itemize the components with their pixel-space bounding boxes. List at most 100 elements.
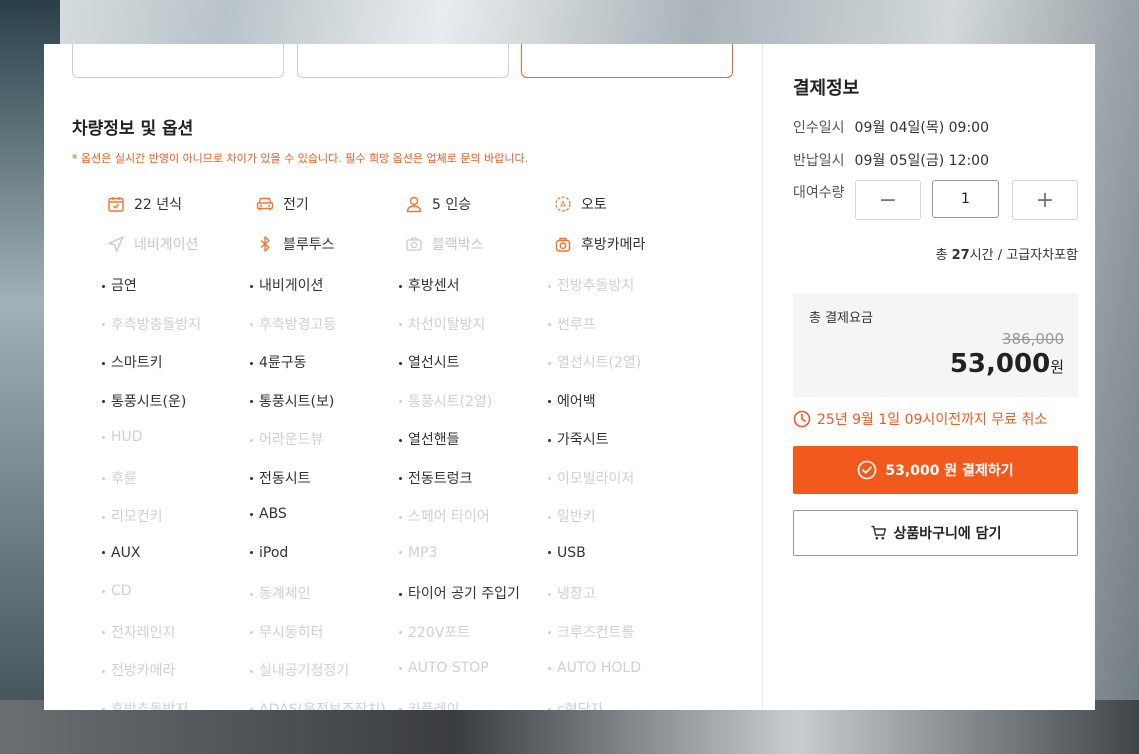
bullet-icon bbox=[250, 361, 253, 365]
option-label: 통풍시트(운) bbox=[111, 393, 187, 410]
option-item: 전동트렁크 bbox=[399, 468, 472, 488]
bullet-icon bbox=[250, 512, 253, 516]
option-item: 전자레인지 bbox=[102, 622, 175, 642]
option-item: 타이어 공기 주입기 bbox=[399, 583, 520, 603]
option-item: 차선이탈방지 bbox=[399, 314, 485, 334]
bullet-icon bbox=[399, 477, 402, 480]
bullet-icon bbox=[102, 551, 105, 554]
option-label: 전동트렁크 bbox=[408, 470, 473, 487]
option-label: 가죽시트 bbox=[557, 432, 609, 448]
option-item: 스페어 타이어 bbox=[399, 506, 490, 526]
bullet-icon bbox=[399, 284, 402, 288]
bullet-icon bbox=[102, 361, 105, 365]
bullet-icon bbox=[399, 515, 402, 519]
add-to-cart-button[interactable]: 상품바구니에 담기 bbox=[793, 510, 1078, 556]
total-time: 총 27시간 / 고급자차포함 bbox=[935, 248, 1078, 263]
option-item: 통풍시트(운) bbox=[102, 391, 186, 411]
options-notice: * 옵션은 실시간 반영이 아니므로 차이가 있을 수 있습니다. 필수 희망 … bbox=[72, 152, 529, 165]
pickup-label: 인수일시 bbox=[793, 120, 845, 136]
option-label: 후측방충돌방지 bbox=[111, 316, 202, 333]
spec-item: A 오토 bbox=[553, 194, 607, 214]
plus-button[interactable]: + bbox=[1012, 180, 1078, 220]
bullet-icon bbox=[102, 477, 105, 480]
option-item: CD bbox=[102, 583, 132, 599]
option-item: 220V포트 bbox=[399, 622, 470, 642]
option-card[interactable] bbox=[72, 44, 284, 78]
option-item: 통풍시트(보) bbox=[250, 391, 334, 411]
minus-button[interactable]: − bbox=[855, 180, 921, 220]
option-label: iPod bbox=[259, 544, 289, 561]
option-label: 실내공기청정기 bbox=[259, 663, 350, 679]
option-item: iPod bbox=[250, 545, 288, 561]
option-label: 열선핸들 bbox=[408, 432, 460, 448]
spec-item: 전기 bbox=[255, 194, 309, 214]
option-item: AUX bbox=[102, 545, 140, 561]
bullet-icon bbox=[250, 438, 253, 442]
quantity-input[interactable]: 1 bbox=[932, 180, 999, 218]
option-item: 내비게이션 bbox=[250, 275, 323, 295]
option-item: 어라운드뷰 bbox=[250, 429, 323, 449]
option-item: 후륜 bbox=[102, 468, 137, 488]
option-item: ADAS(운전보조장치) bbox=[250, 699, 386, 711]
vehicle-info-title: 차량정보 및 옵션 bbox=[72, 119, 194, 139]
option-item: 실내공기청정기 bbox=[250, 660, 349, 680]
bullet-icon bbox=[250, 284, 253, 288]
bullet-icon bbox=[548, 284, 551, 288]
option-item: AUTO STOP bbox=[399, 660, 489, 676]
bullet-icon bbox=[399, 400, 402, 403]
spec-label: 오토 bbox=[581, 197, 607, 213]
option-item: 전방카메라 bbox=[102, 660, 175, 680]
pickup-row: 인수일시 09월 04일(목) 09:00 bbox=[793, 117, 989, 137]
bullet-icon bbox=[548, 631, 551, 634]
option-label: 후방센서 bbox=[408, 278, 460, 294]
pay-button[interactable]: 53,000 원 결제하기 bbox=[793, 446, 1078, 494]
bullet-icon bbox=[250, 592, 253, 596]
option-label: AUTO STOP bbox=[408, 660, 489, 676]
option-label: 동계체인 bbox=[259, 586, 311, 602]
option-item: 전동시트 bbox=[250, 468, 311, 488]
rear-camera-icon bbox=[553, 234, 573, 254]
bullet-icon bbox=[250, 708, 253, 710]
camera-icon bbox=[404, 234, 424, 254]
option-item: 열선시트 bbox=[399, 352, 460, 372]
bullet-icon bbox=[399, 323, 402, 326]
bullet-icon bbox=[102, 669, 105, 673]
option-label: AUX bbox=[111, 544, 141, 561]
option-item: 4륜구동 bbox=[250, 352, 307, 372]
option-card-selected[interactable] bbox=[521, 44, 733, 78]
payment-title: 결제정보 bbox=[793, 78, 860, 99]
option-label: 통풍시트(2열) bbox=[408, 393, 493, 410]
option-item: 후측방충돌방지 bbox=[102, 314, 201, 334]
option-label: 어라운드뷰 bbox=[259, 432, 324, 448]
option-item: 가죽시트 bbox=[548, 429, 609, 449]
option-item: AUTO HOLD bbox=[548, 660, 641, 676]
bullet-icon bbox=[250, 551, 253, 554]
option-label: 후측방경고등 bbox=[259, 316, 337, 333]
bullet-icon bbox=[548, 438, 551, 442]
option-card[interactable] bbox=[297, 44, 509, 78]
option-label: 220V포트 bbox=[408, 624, 471, 641]
auto-transmission-icon: A bbox=[553, 194, 573, 214]
option-label: 차선이탈방지 bbox=[408, 316, 486, 333]
option-item: 크루즈컨트롤 bbox=[548, 622, 634, 642]
option-label: 열선시트(2열) bbox=[557, 355, 642, 371]
bullet-icon bbox=[250, 669, 253, 673]
option-item: 후방추돌방지 bbox=[102, 699, 188, 710]
bullet-icon bbox=[548, 477, 551, 480]
svg-text:A: A bbox=[560, 200, 566, 209]
bullet-icon bbox=[102, 589, 105, 593]
bullet-icon bbox=[548, 361, 551, 365]
check-circle-icon bbox=[858, 460, 877, 480]
option-label: 무시동히터 bbox=[259, 624, 324, 641]
return-row: 반납일시 09월 05일(금) 12:00 bbox=[793, 150, 989, 170]
pickup-value: 09월 04일(목) 09:00 bbox=[854, 120, 989, 136]
option-label: HUD bbox=[111, 429, 143, 445]
option-item: 이모빌라이저 bbox=[548, 468, 634, 488]
total-label: 총 결제요금 bbox=[809, 311, 873, 326]
navigation-icon bbox=[106, 234, 126, 254]
option-item: 카플레이 bbox=[399, 699, 460, 710]
bullet-icon bbox=[250, 323, 253, 326]
spec-label: 전기 bbox=[283, 197, 309, 213]
spec-item: 후방카메라 bbox=[553, 234, 645, 254]
option-label: ADAS(운전보조장치) bbox=[259, 701, 386, 711]
